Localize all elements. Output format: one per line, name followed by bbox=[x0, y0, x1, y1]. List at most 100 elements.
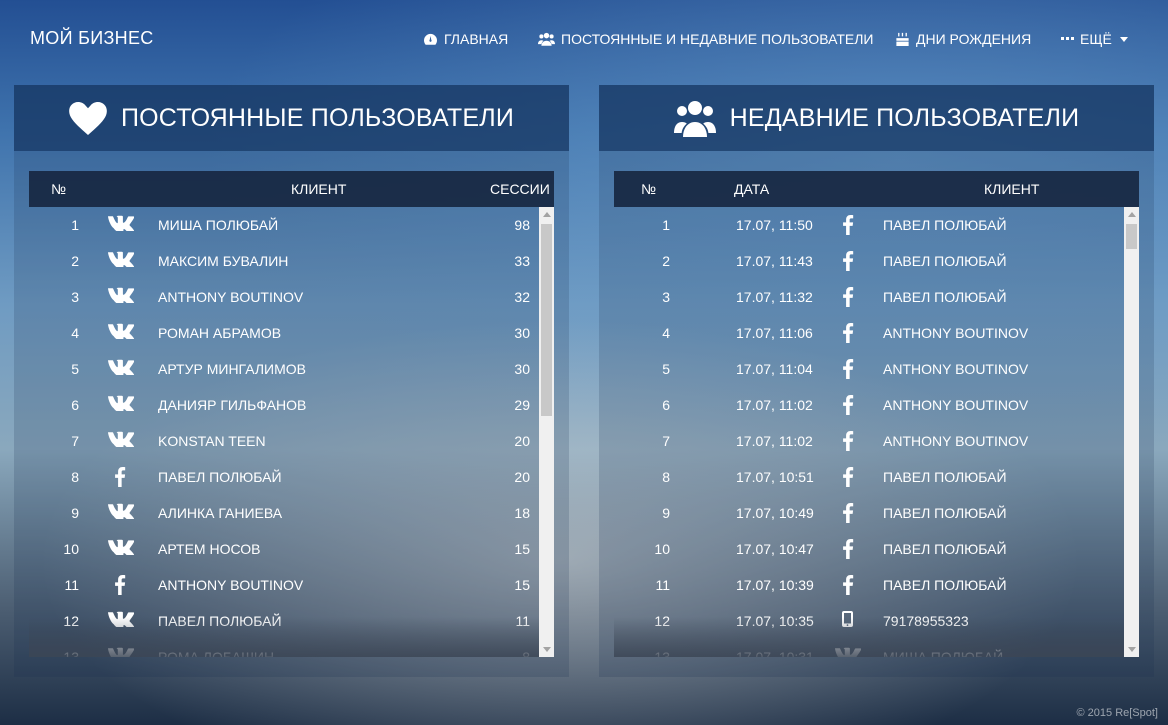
row-number: 12 bbox=[654, 613, 670, 629]
table-row[interactable]: 5 17.07, 11:04 ANTHONY BOUTINOV bbox=[614, 351, 1139, 387]
ellipsis-icon bbox=[1061, 37, 1074, 40]
table-row[interactable]: 3 17.07, 11:32 ПАВЕЛ ПОЛЮБАЙ bbox=[614, 279, 1139, 315]
table-row[interactable]: 11 17.07, 10:39 ПАВЕЛ ПОЛЮБАЙ bbox=[614, 567, 1139, 603]
nav-item-home[interactable]: ГЛАВНАЯ bbox=[423, 31, 508, 47]
visit-date: 17.07, 11:02 bbox=[736, 433, 813, 449]
table-body[interactable]: 1 МИША ПОЛЮБАЙ 98 2 МАКСИМ БУВАЛИН 33 3 ANTHONY… bbox=[29, 207, 554, 657]
column-header-date: ДАТА bbox=[734, 181, 770, 197]
scroll-down-arrow-icon[interactable] bbox=[543, 647, 551, 652]
row-number: 8 bbox=[662, 469, 670, 485]
table-row[interactable]: 1 МИША ПОЛЮБАЙ 98 bbox=[29, 207, 554, 243]
table-row[interactable]: 9 17.07, 10:49 ПАВЕЛ ПОЛЮБАЙ bbox=[614, 495, 1139, 531]
table-row[interactable]: 8 17.07, 10:51 ПАВЕЛ ПОЛЮБАЙ bbox=[614, 459, 1139, 495]
table-row[interactable]: 6 ДАНИЯР ГИЛЬФАНОВ 29 bbox=[29, 387, 554, 423]
table-row[interactable]: 12 17.07, 10:35 79178955323 bbox=[614, 603, 1139, 639]
facebook-icon bbox=[842, 395, 854, 415]
nav-item-birthdays[interactable]: ДНИ РОЖДЕНИЯ bbox=[895, 31, 1031, 47]
table-row[interactable]: 3 ANTHONY BOUTINOV 32 bbox=[29, 279, 554, 315]
client-name: АРТУР МИНГАЛИМОВ bbox=[158, 361, 306, 377]
scrollbar-thumb[interactable] bbox=[1126, 224, 1137, 249]
facebook-icon bbox=[114, 467, 126, 487]
facebook-icon bbox=[842, 431, 854, 451]
table-row[interactable]: 12 ПАВЕЛ ПОЛЮБАЙ 11 bbox=[29, 603, 554, 639]
table-row[interactable]: 10 АРТЕМ НОСОВ 15 bbox=[29, 531, 554, 567]
regular-users-table: № КЛИЕНТ СЕССИИ 1 МИША ПОЛЮБАЙ 98 2 МАКСИМ Б… bbox=[29, 171, 554, 657]
visit-date: 17.07, 11:06 bbox=[736, 325, 813, 341]
brand-logo[interactable]: МОЙ БИЗНЕС bbox=[30, 28, 154, 49]
row-number: 5 bbox=[662, 361, 670, 377]
row-number: 6 bbox=[662, 397, 670, 413]
client-name: 79178955323 bbox=[883, 613, 969, 629]
visit-date: 17.07, 11:04 bbox=[736, 361, 813, 377]
scroll-up-arrow-icon[interactable] bbox=[543, 212, 551, 217]
table-row[interactable]: 4 РОМАН АБРАМОВ 30 bbox=[29, 315, 554, 351]
client-name: ПАВЕЛ ПОЛЮБАЙ bbox=[883, 541, 1007, 557]
table-row[interactable]: 13 РОМА ЛОБАШИН 8 bbox=[29, 639, 554, 657]
regular-users-panel: ПОСТОЯННЫЕ ПОЛЬЗОВАТЕЛИ № КЛИЕНТ СЕССИИ … bbox=[14, 85, 569, 677]
row-number: 3 bbox=[662, 289, 670, 305]
row-number: 11 bbox=[64, 577, 79, 593]
session-count: 20 bbox=[514, 433, 530, 449]
mobile-phone-icon bbox=[842, 611, 853, 627]
table-row[interactable]: 7 17.07, 11:02 ANTHONY BOUTINOV bbox=[614, 423, 1139, 459]
table-row[interactable]: 13 17.07, 10:31 МИША ПОЛЮБАЙ bbox=[614, 639, 1139, 657]
table-row[interactable]: 7 KONSTAN TEEN 20 bbox=[29, 423, 554, 459]
scrollbar[interactable] bbox=[539, 207, 554, 657]
row-number: 9 bbox=[71, 505, 79, 521]
client-name: АЛИНКА ГАНИЕВА bbox=[158, 505, 283, 521]
scroll-up-arrow-icon[interactable] bbox=[1128, 212, 1136, 217]
row-number: 10 bbox=[654, 541, 670, 557]
session-count: 11 bbox=[515, 613, 530, 629]
table-row[interactable]: 5 АРТУР МИНГАЛИМОВ 30 bbox=[29, 351, 554, 387]
row-number: 4 bbox=[71, 325, 79, 341]
table-row[interactable]: 2 17.07, 11:43 ПАВЕЛ ПОЛЮБАЙ bbox=[614, 243, 1139, 279]
session-count: 18 bbox=[514, 505, 530, 521]
vk-icon bbox=[108, 323, 134, 339]
table-row[interactable]: 11 ANTHONY BOUTINOV 15 bbox=[29, 567, 554, 603]
scroll-down-arrow-icon[interactable] bbox=[1128, 647, 1136, 652]
client-name: ANTHONY BOUTINOV bbox=[883, 433, 1029, 449]
session-count: 98 bbox=[514, 217, 530, 233]
row-number: 13 bbox=[654, 649, 670, 657]
vk-icon bbox=[108, 251, 134, 267]
visit-date: 17.07, 11:02 bbox=[736, 397, 813, 413]
session-count: 15 bbox=[514, 541, 530, 557]
scrollbar[interactable] bbox=[1124, 207, 1139, 657]
client-name: ПАВЕЛ ПОЛЮБАЙ bbox=[883, 253, 1007, 269]
nav-item-users[interactable]: ПОСТОЯННЫЕ И НЕДАВНИЕ ПОЛЬЗОВАТЕЛИ bbox=[538, 31, 873, 47]
table-row[interactable]: 4 17.07, 11:06 ANTHONY BOUTINOV bbox=[614, 315, 1139, 351]
visit-date: 17.07, 10:51 bbox=[736, 469, 814, 485]
scrollbar-thumb[interactable] bbox=[541, 224, 552, 416]
row-number: 10 bbox=[63, 541, 79, 557]
facebook-icon bbox=[842, 359, 854, 379]
row-number: 2 bbox=[662, 253, 670, 269]
client-name: ANTHONY BOUTINOV bbox=[883, 325, 1029, 341]
table-row[interactable]: 6 17.07, 11:02 ANTHONY BOUTINOV bbox=[614, 387, 1139, 423]
session-count: 30 bbox=[514, 325, 530, 341]
row-number: 1 bbox=[662, 217, 670, 233]
client-name: ANTHONY BOUTINOV bbox=[883, 361, 1029, 377]
column-header-num: № bbox=[51, 181, 67, 197]
users-icon bbox=[538, 32, 555, 46]
session-count: 8 bbox=[522, 649, 530, 657]
table-row[interactable]: 8 ПАВЕЛ ПОЛЮБАЙ 20 bbox=[29, 459, 554, 495]
table-row[interactable]: 10 17.07, 10:47 ПАВЕЛ ПОЛЮБАЙ bbox=[614, 531, 1139, 567]
table-row[interactable]: 1 17.07, 11:50 ПАВЕЛ ПОЛЮБАЙ bbox=[614, 207, 1139, 243]
nav-item-more-dropdown[interactable]: ЕЩЁ bbox=[1061, 31, 1128, 47]
visit-date: 17.07, 10:35 bbox=[736, 613, 814, 629]
recent-users-panel: НЕДАВНИЕ ПОЛЬЗОВАТЕЛИ № ДАТА КЛИЕНТ 1 17.… bbox=[599, 85, 1154, 677]
nav-label: ГЛАВНАЯ bbox=[444, 31, 509, 47]
row-number: 11 bbox=[655, 577, 670, 593]
session-count: 32 bbox=[514, 289, 530, 305]
row-number: 4 bbox=[662, 325, 670, 341]
vk-icon bbox=[108, 215, 134, 231]
table-body[interactable]: 1 17.07, 11:50 ПАВЕЛ ПОЛЮБАЙ 2 17.07, 11:43 П… bbox=[614, 207, 1139, 657]
panel-header: НЕДАВНИЕ ПОЛЬЗОВАТЕЛИ bbox=[599, 85, 1154, 151]
cake-icon bbox=[896, 32, 909, 46]
row-number: 13 bbox=[63, 649, 79, 657]
table-row[interactable]: 2 МАКСИМ БУВАЛИН 33 bbox=[29, 243, 554, 279]
nav-label: ДНИ РОЖДЕНИЯ bbox=[916, 31, 1032, 47]
recent-users-table: № ДАТА КЛИЕНТ 1 17.07, 11:50 ПАВЕЛ ПОЛЮБАЙ… bbox=[614, 171, 1139, 657]
table-row[interactable]: 9 АЛИНКА ГАНИЕВА 18 bbox=[29, 495, 554, 531]
visit-date: 17.07, 11:50 bbox=[736, 217, 813, 233]
